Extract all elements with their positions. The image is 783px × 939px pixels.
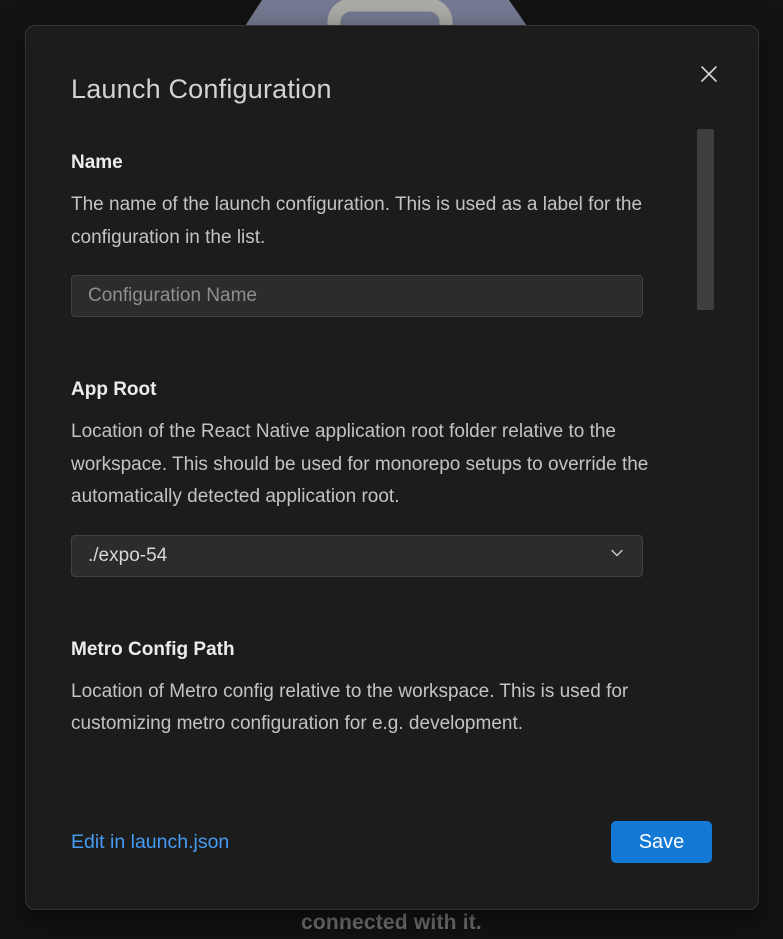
- dialog-title: Launch Configuration: [71, 74, 686, 105]
- section-metro-config-path: Metro Config Path Location of Metro conf…: [71, 639, 677, 741]
- dialog-footer: Edit in launch.json Save: [71, 821, 712, 863]
- name-description: The name of the launch configuration. Th…: [71, 189, 677, 254]
- background-text: connected with it.: [0, 911, 783, 935]
- close-icon: [699, 64, 719, 87]
- app-root-select[interactable]: ./expo-54: [71, 535, 643, 577]
- scrollbar-thumb[interactable]: [697, 129, 714, 310]
- section-name: Name The name of the launch configuratio…: [71, 152, 677, 317]
- metro-config-path-heading: Metro Config Path: [71, 639, 677, 661]
- section-app-root: App Root Location of the React Native ap…: [71, 379, 677, 577]
- close-button[interactable]: [696, 62, 722, 88]
- launch-configuration-dialog: Launch Configuration Name The name of th…: [25, 25, 759, 910]
- app-root-selected-value: ./expo-54: [88, 545, 167, 567]
- background-device-illustration: [245, 0, 535, 26]
- edit-in-launch-json-link[interactable]: Edit in launch.json: [71, 831, 229, 854]
- metro-config-path-description: Location of Metro config relative to the…: [71, 676, 677, 741]
- chevron-down-icon: [608, 544, 626, 567]
- configuration-name-input[interactable]: [71, 275, 643, 317]
- app-root-description: Location of the React Native application…: [71, 416, 677, 514]
- name-heading: Name: [71, 152, 677, 174]
- dialog-content: Launch Configuration Name The name of th…: [26, 26, 686, 741]
- save-button[interactable]: Save: [611, 821, 712, 863]
- app-root-heading: App Root: [71, 379, 677, 401]
